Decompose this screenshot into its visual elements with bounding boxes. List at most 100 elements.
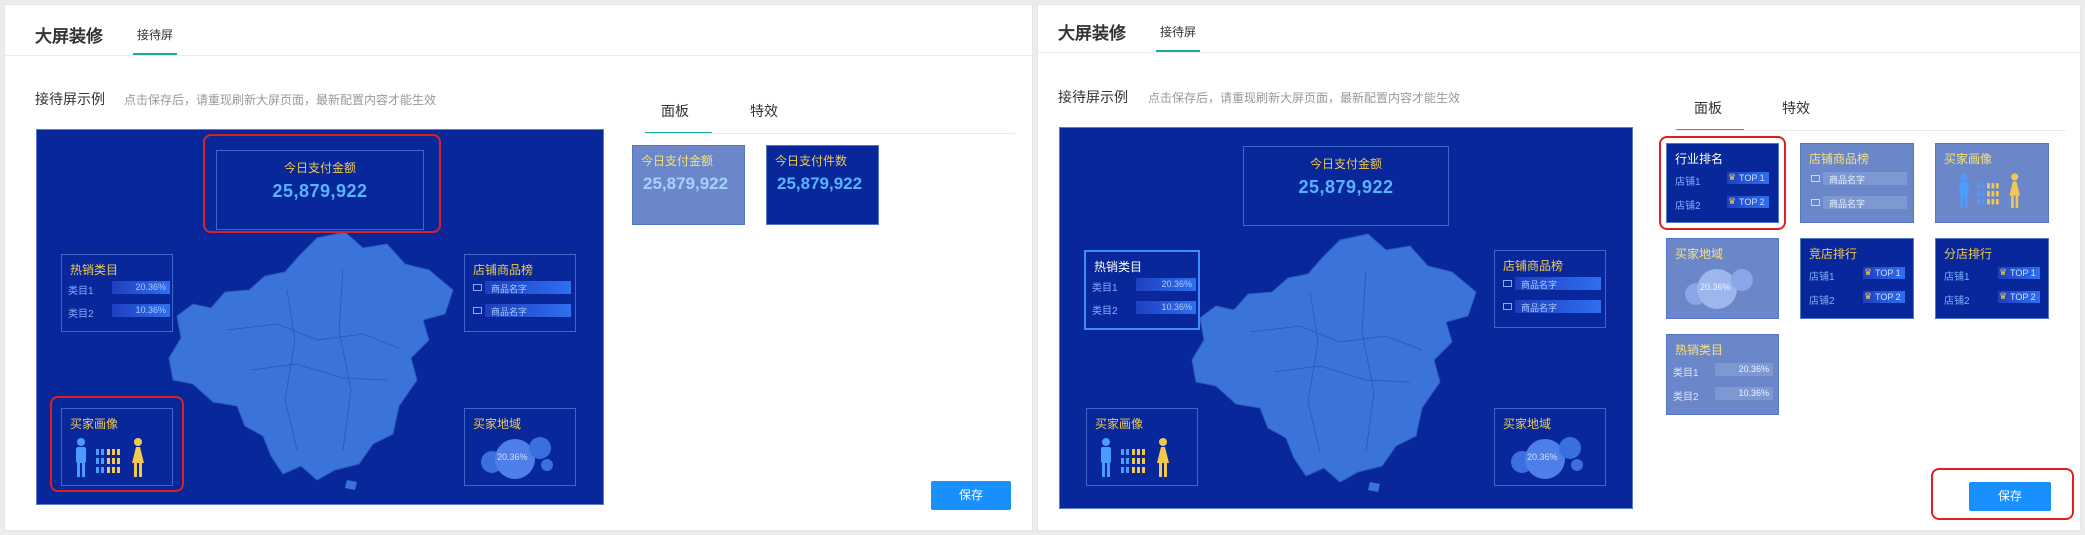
hot-category-module-selected: 热销类目 类目1 20.36% 类目2 10.36% <box>1084 250 1200 330</box>
tabs-divider <box>1676 130 2066 131</box>
china-map <box>1191 233 1477 492</box>
rank-badge-2: ♛ TOP 2 <box>1998 291 2040 303</box>
buyer-profile-module: 买家画像 <box>1086 408 1198 486</box>
card-buyer-profile[interactable]: 买家画像 <box>1935 143 2049 223</box>
buyer-region-title: 买家地域 <box>1503 417 1552 431</box>
card-branch-ranking[interactable]: 分店排行 店铺1 ♛ TOP 1 店铺2 ♛ TOP 2 <box>1935 238 2049 319</box>
shop-product-title: 店铺商品榜 <box>1503 259 1564 273</box>
hot-category-bar-1: 20.36% <box>112 281 170 294</box>
page-title: 大屏装修 <box>35 27 103 46</box>
crown-icon: ♛ <box>1999 267 2008 277</box>
section-hint: 点击保存后，请重现刷新大屏页面，最新配置内容才能生效 <box>124 93 437 107</box>
region-bubble-right <box>529 437 551 459</box>
section-title: 接待屏示例 <box>35 91 105 107</box>
rank-badge-1: ♛ TOP 1 <box>1863 267 1905 279</box>
image-thumbnail-icon <box>1503 280 1512 287</box>
hot-category-label-2: 类目2 <box>1673 392 1699 403</box>
region-value: 20.36% <box>1527 452 1558 462</box>
hot-category-label-1: 类目1 <box>1673 368 1699 379</box>
image-thumbnail-icon <box>473 307 482 314</box>
hot-category-label-2: 类目2 <box>1092 306 1118 317</box>
shop-product-bar-2: 商品名字 <box>485 304 571 317</box>
page-title: 大屏装修 <box>1058 24 1126 43</box>
card-title: 今日支付金额 <box>641 154 714 168</box>
shop-product-bar-2: 商品名字 <box>1515 300 1601 313</box>
hot-category-title: 热销类目 <box>1094 260 1143 274</box>
left-panel: 大屏装修 接待屏 接待屏示例 点击保存后，请重现刷新大屏页面，最新配置内容才能生… <box>4 4 1033 531</box>
rank-label-2: 店铺2 <box>1809 296 1835 307</box>
image-thumbnail-icon <box>473 284 482 291</box>
shop-product-module: 店铺商品榜 商品名字 商品名字 <box>1494 250 1606 328</box>
screen-preview: 今日支付金额 25,879,922 热销类目 类目1 20.36% 类目2 10… <box>1059 127 1633 509</box>
image-thumbnail-icon <box>1503 303 1512 310</box>
crown-icon: ♛ <box>1864 267 1873 277</box>
highlight-buyer-profile <box>50 396 184 492</box>
hot-category-bar-1: 20.36% <box>1136 278 1196 291</box>
tab-panel[interactable]: 面板 <box>1694 98 1722 118</box>
card-today-payment[interactable]: 今日支付金额 25,879,922 <box>632 145 745 225</box>
crown-icon: ♛ <box>1999 291 2008 301</box>
buyer-figures-icon <box>1101 438 1169 477</box>
image-thumbnail-icon <box>1811 199 1820 206</box>
tab-effect[interactable]: 特效 <box>1782 98 1810 118</box>
rank-badge-2: ♛ TOP 2 <box>1863 291 1905 303</box>
card-hot-category[interactable]: 热销类目 类目1 20.36% 类目2 10.36% <box>1666 334 1779 415</box>
shop-product-module: 店铺商品榜 商品名字 商品名字 <box>464 254 576 332</box>
buyer-region-title: 买家地域 <box>473 417 522 431</box>
card-title: 今日支付件数 <box>775 154 848 168</box>
region-bubble-tiny <box>541 459 553 471</box>
tab-effect[interactable]: 特效 <box>750 101 778 121</box>
hot-category-bar-2: 10.36% <box>112 304 170 317</box>
hot-category-bar-2: 10.36% <box>1715 387 1773 400</box>
shop-product-bar-2: 商品名字 <box>1823 196 1907 209</box>
hot-category-bar-2: 10.36% <box>1136 301 1196 314</box>
card-title: 买家画像 <box>1944 152 1993 166</box>
card-title: 买家地域 <box>1675 247 1724 261</box>
hot-category-label-1: 类目1 <box>68 286 94 297</box>
hot-category-title: 热销类目 <box>70 263 119 277</box>
hot-category-label-1: 类目1 <box>1092 283 1118 294</box>
save-button[interactable]: 保存 <box>1969 482 2051 511</box>
header-divider <box>5 55 1032 56</box>
card-title: 热销类目 <box>1675 343 1724 357</box>
shop-product-bar-1: 商品名字 <box>1515 277 1601 290</box>
rank-label-2: 店铺2 <box>1944 296 1970 307</box>
buyer-region-module: 买家地域 20.36% <box>1494 408 1606 486</box>
hot-category-label-2: 类目2 <box>68 309 94 320</box>
buyer-profile-title: 买家画像 <box>1095 417 1144 431</box>
hot-category-module: 热销类目 类目1 20.36% 类目2 10.36% <box>61 254 173 332</box>
section-title: 接待屏示例 <box>1058 89 1128 105</box>
tabs-divider <box>645 133 1015 134</box>
today-payment-module: 今日支付金额 25,879,922 <box>1243 146 1449 226</box>
shop-product-bar-1: 商品名字 <box>485 281 571 294</box>
china-map <box>168 231 454 490</box>
card-title: 竞店排行 <box>1809 247 1858 261</box>
crown-icon: ♛ <box>1864 291 1873 301</box>
highlight-today-payment <box>203 134 441 233</box>
shop-product-title: 店铺商品榜 <box>473 263 534 277</box>
card-today-items[interactable]: 今日支付件数 25,879,922 <box>766 145 879 225</box>
tab-reception-screen[interactable]: 接待屏 <box>1160 23 1196 40</box>
shop-product-bar-1: 商品名字 <box>1823 172 1907 185</box>
rank-label-1: 店铺1 <box>1944 272 1970 283</box>
tab-panel[interactable]: 面板 <box>661 101 689 121</box>
card-buyer-region[interactable]: 买家地域 20.36% <box>1666 238 1779 319</box>
highlight-industry-ranking <box>1659 136 1786 230</box>
today-payment-value: 25,879,922 <box>1298 177 1394 197</box>
card-shop-products[interactable]: 店铺商品榜 商品名字 商品名字 <box>1800 143 1914 223</box>
save-button[interactable]: 保存 <box>931 481 1011 510</box>
region-bubble-right <box>1559 437 1581 459</box>
card-value: 25,879,922 <box>777 174 863 193</box>
card-title: 分店排行 <box>1944 247 1993 261</box>
tab-reception-screen[interactable]: 接待屏 <box>137 26 173 43</box>
today-payment-title: 今日支付金额 <box>1309 157 1382 171</box>
section-hint: 点击保存后，请重现刷新大屏页面，最新配置内容才能生效 <box>1148 91 1461 105</box>
right-panel: 大屏装修 接待屏 接待屏示例 点击保存后，请重现刷新大屏页面，最新配置内容才能生… <box>1037 4 2081 531</box>
region-bubble-tiny <box>1571 459 1583 471</box>
buyer-figures-icon <box>1959 173 2020 208</box>
hot-category-bar-1: 20.36% <box>1715 363 1773 376</box>
card-rival-ranking[interactable]: 竞店排行 店铺1 ♛ TOP 1 店铺2 ♛ TOP 2 <box>1800 238 1914 319</box>
region-value: 20.36% <box>497 452 528 462</box>
buyer-region-module: 买家地域 20.36% <box>464 408 576 486</box>
header-divider <box>1038 52 2080 53</box>
